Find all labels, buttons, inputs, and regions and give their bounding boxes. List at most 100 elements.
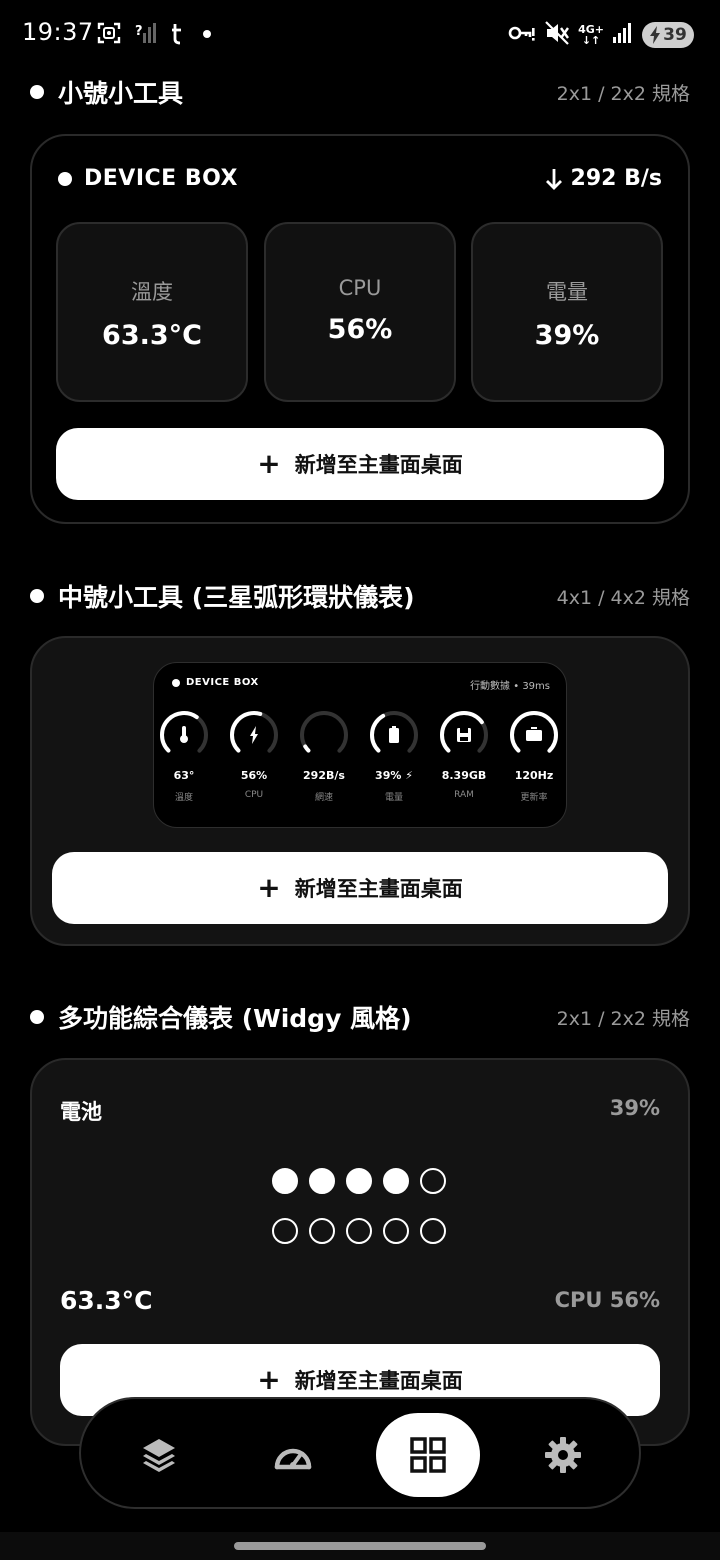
battery-dot-filled bbox=[272, 1168, 298, 1194]
thermometer-icon bbox=[180, 726, 188, 743]
gauge-2: 292B/s 網速 bbox=[296, 709, 352, 803]
section-spec: 2x1 / 2x2 規格 bbox=[556, 1007, 690, 1030]
display-icon bbox=[526, 727, 542, 741]
stat-label: CPU bbox=[338, 276, 382, 300]
mute-icon bbox=[544, 20, 570, 50]
gauge-label: RAM bbox=[454, 790, 474, 800]
dot-icon bbox=[200, 21, 214, 49]
battery-dots-row-2 bbox=[272, 1218, 446, 1244]
section-title: 小號小工具 bbox=[58, 79, 184, 108]
vpn-key-icon bbox=[508, 21, 536, 49]
gauge-0: 63° 溫度 bbox=[156, 709, 212, 803]
battery-percent: 39% bbox=[609, 1096, 660, 1120]
gauge-label: 電量 bbox=[384, 793, 403, 803]
svg-text:?: ? bbox=[135, 24, 143, 39]
status-time: 19:37 bbox=[22, 18, 94, 46]
bullet-icon bbox=[30, 85, 44, 99]
battery-dot-empty bbox=[383, 1218, 409, 1244]
battery-dot-empty bbox=[272, 1218, 298, 1244]
plus-icon: + bbox=[257, 447, 281, 480]
gauge-value: 292B/s bbox=[303, 769, 345, 782]
gear-icon bbox=[545, 1437, 581, 1473]
speedometer-icon bbox=[274, 1448, 312, 1470]
gauge-value: 39% ⚡ bbox=[375, 769, 413, 782]
section-spec: 2x1 / 2x2 規格 bbox=[556, 82, 690, 105]
charging-bolt-icon bbox=[650, 26, 661, 44]
add-medium-widget-button[interactable]: + 新增至主畫面桌面 bbox=[52, 852, 668, 924]
mobile-data-4g-icon: 4G+ ↓↑ bbox=[578, 23, 604, 47]
net-speed-value: 292 B/s bbox=[570, 166, 662, 191]
bolt-icon bbox=[250, 726, 258, 744]
combo-widget-card[interactable]: 電池 39% 63.3°C CPU 56% + 新增至主畫面桌面 bbox=[30, 1058, 690, 1446]
gauge-5: 120Hz 更新率 bbox=[506, 709, 562, 803]
widget-title: DEVICE BOX bbox=[84, 166, 238, 191]
stat-tile-cpu: CPU 56% bbox=[264, 222, 456, 402]
section-header-small: 小號小工具 2x1 / 2x2 規格 bbox=[30, 72, 690, 112]
stat-label: 溫度 bbox=[131, 280, 173, 304]
battery-dot-empty bbox=[420, 1168, 446, 1194]
bullet-icon bbox=[172, 678, 180, 687]
nav-item-settings[interactable] bbox=[511, 1413, 615, 1497]
gauge-1: 56% CPU bbox=[226, 709, 282, 800]
bottom-navigation bbox=[79, 1397, 641, 1509]
widget-header: DEVICE BOX bbox=[58, 166, 238, 191]
battery-indicator: 39 bbox=[642, 22, 694, 48]
grid-icon bbox=[410, 1437, 446, 1473]
gauge-value: 120Hz bbox=[514, 769, 554, 782]
gauge-4: 8.39GB RAM bbox=[436, 709, 492, 800]
plus-icon: + bbox=[257, 1363, 281, 1396]
stat-label: 電量 bbox=[546, 280, 588, 304]
widget-header: DEVICE BOX bbox=[172, 677, 259, 688]
gauge-value: 56% bbox=[240, 769, 268, 782]
status-right-icons: 4G+ ↓↑ 39 bbox=[508, 20, 694, 50]
bullet-icon bbox=[30, 1010, 44, 1024]
battery-dot-filled bbox=[309, 1168, 335, 1194]
cpu-value: CPU 56% bbox=[554, 1288, 660, 1312]
status-left-icons: ? bbox=[96, 20, 214, 50]
stat-value: 56% bbox=[327, 314, 393, 345]
section-title: 多功能綜合儀表 (Widgy 風格) bbox=[58, 1004, 412, 1033]
stat-value: 63.3°C bbox=[102, 320, 202, 351]
stat-tile-battery: 電量 39% bbox=[471, 222, 663, 402]
arrow-down-icon bbox=[545, 168, 562, 190]
add-small-widget-button[interactable]: + 新增至主畫面桌面 bbox=[56, 428, 664, 500]
battery-dot-empty bbox=[420, 1218, 446, 1244]
section-title: 中號小工具 (三星弧形環狀儀表) bbox=[58, 583, 415, 612]
threads-icon bbox=[170, 21, 188, 49]
add-button-label: 新增至主畫面桌面 bbox=[294, 877, 463, 901]
gauge-label: 更新率 bbox=[520, 793, 548, 803]
gauge-label: 網速 bbox=[314, 793, 333, 803]
signal-icon bbox=[612, 21, 634, 49]
net-speed: 292 B/s bbox=[545, 166, 662, 191]
section-header-combo: 多功能綜合儀表 (Widgy 風格) 2x1 / 2x2 規格 bbox=[30, 997, 690, 1037]
add-button-label: 新增至主畫面桌面 bbox=[294, 453, 463, 477]
battery-level: 39 bbox=[663, 25, 687, 45]
gauge-3: 39% ⚡ 電量 bbox=[366, 709, 422, 803]
medium-widget-preview: DEVICE BOX 行動數據 • 39ms 63° 溫度 56% CPU 292B/s… bbox=[153, 662, 567, 828]
bullet-icon bbox=[58, 171, 72, 186]
nav-item-layers[interactable] bbox=[107, 1413, 211, 1497]
stat-value: 39% bbox=[534, 320, 600, 351]
nav-item-dashboard[interactable] bbox=[241, 1413, 345, 1497]
section-header-medium: 中號小工具 (三星弧形環狀儀表) 4x1 / 4x2 規格 bbox=[30, 576, 690, 616]
gauge-label: 溫度 bbox=[174, 793, 193, 803]
stat-tile-temperature: 溫度 63.3°C bbox=[56, 222, 248, 402]
battery-dot-empty bbox=[346, 1218, 372, 1244]
status-bar: 19:37 ? 4G+ ↓↑ 39 bbox=[0, 0, 720, 70]
gauge-value: 63° bbox=[173, 769, 195, 782]
save-icon bbox=[457, 728, 471, 742]
widget-title: DEVICE BOX bbox=[186, 677, 259, 688]
home-gesture-bar[interactable] bbox=[234, 1542, 486, 1550]
section-spec: 4x1 / 4x2 規格 bbox=[556, 586, 690, 609]
temperature-value: 63.3°C bbox=[60, 1286, 153, 1315]
gauge-value: 8.39GB bbox=[441, 769, 487, 782]
small-widget-card[interactable]: DEVICE BOX 292 B/s 溫度 63.3°C CPU 56% 電量 … bbox=[30, 134, 690, 524]
nav-item-widgets[interactable] bbox=[376, 1413, 480, 1497]
layers-icon bbox=[143, 1439, 175, 1472]
gauge-label: CPU bbox=[244, 790, 264, 800]
battery-icon bbox=[389, 726, 399, 743]
battery-dot-empty bbox=[309, 1218, 335, 1244]
medium-widget-card[interactable]: DEVICE BOX 行動數據 • 39ms 63° 溫度 56% CPU 292B/s… bbox=[30, 636, 690, 946]
battery-dot-filled bbox=[346, 1168, 372, 1194]
signal-off-icon: ? bbox=[134, 21, 158, 49]
